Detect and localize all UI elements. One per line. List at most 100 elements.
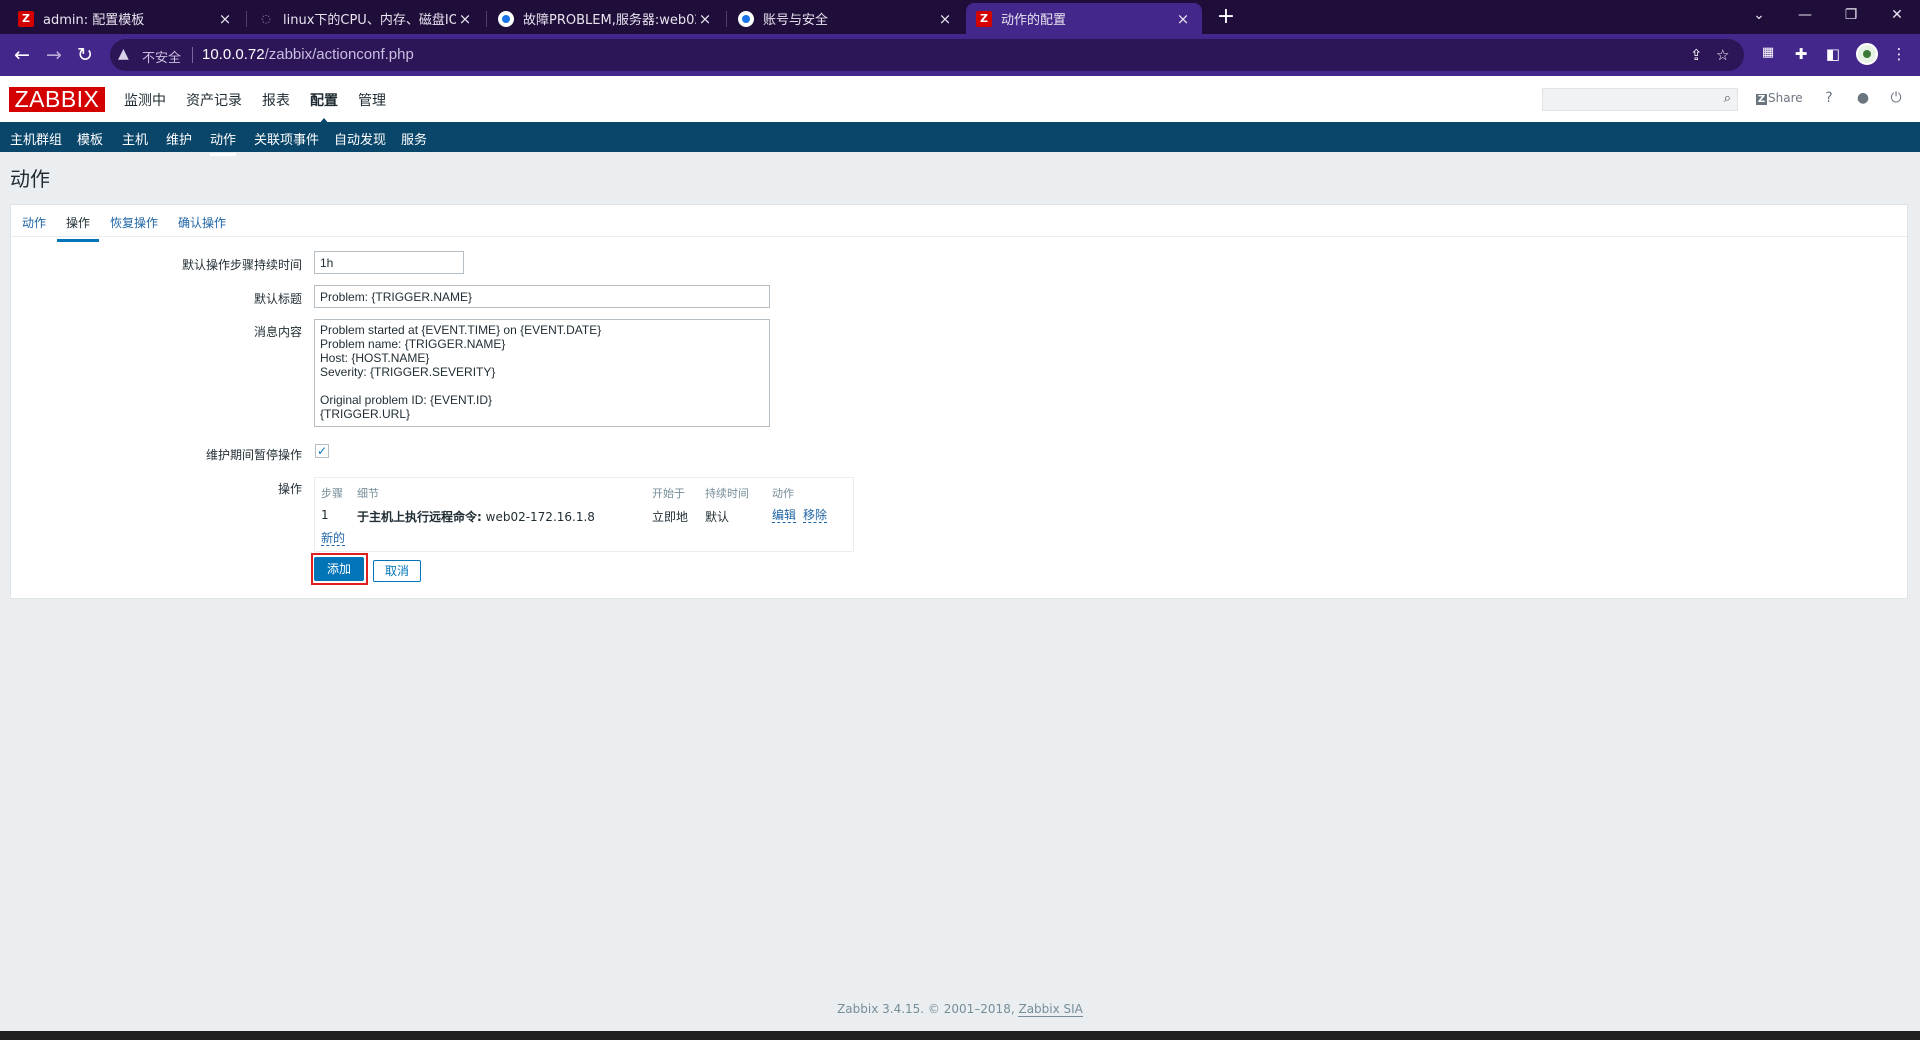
- main-menu-item-reports[interactable]: 报表: [262, 90, 290, 110]
- checkmark-icon: ✓: [316, 444, 328, 458]
- main-menu-item-administration[interactable]: 管理: [358, 90, 386, 110]
- sub-menu-item-actions[interactable]: 动作: [210, 129, 237, 156]
- browser-toolbar: ← → ↻ ▲ 不安全 10.0.0.72/zabbix/actionconf.…: [0, 34, 1920, 76]
- sub-menu-item-maintenance[interactable]: 维护: [166, 129, 192, 148]
- operations-label: 操作: [277, 482, 302, 496]
- extensions-puzzle-icon[interactable]: ✚: [1790, 45, 1812, 63]
- operation-details-target: web02-172.16.1.8: [481, 510, 595, 524]
- back-icon[interactable]: ←: [8, 41, 36, 69]
- search-icon[interactable]: ⌕: [1724, 91, 1731, 106]
- column-header-start-in: 开始于: [652, 487, 685, 500]
- message-textarea[interactable]: Problem started at {EVENT.TIME} on {EVEN…: [314, 319, 770, 427]
- reload-icon[interactable]: ↻: [71, 41, 99, 69]
- new-operation-link[interactable]: 新的: [321, 531, 346, 546]
- tab-title: admin: 配置模板: [43, 13, 145, 28]
- message-label: 消息内容: [253, 325, 302, 339]
- zabbix-favicon-icon: Z: [976, 10, 992, 27]
- url-path: /zabbix/actionconf.php: [264, 46, 414, 63]
- tab-search-icon[interactable]: ⌄: [1736, 0, 1782, 30]
- forward-icon[interactable]: →: [40, 41, 68, 69]
- profile-avatar[interactable]: [1856, 43, 1878, 65]
- default-subject-label: 默认标题: [253, 292, 302, 306]
- operation-duration: 默认: [705, 510, 730, 524]
- close-tab-icon[interactable]: ×: [1174, 10, 1192, 28]
- main-menu-item-monitoring[interactable]: 监测中: [124, 90, 166, 110]
- browser-tab[interactable]: 账号与安全 ×: [728, 3, 964, 34]
- sub-menu-item-event-correlation[interactable]: 关联项事件: [254, 129, 319, 148]
- tab-acknowledgement-operations[interactable]: 确认操作: [178, 214, 226, 231]
- tab-title: 动作的配置: [1001, 13, 1067, 28]
- close-window-icon[interactable]: ✕: [1874, 0, 1920, 30]
- url-text[interactable]: 10.0.0.72/zabbix/actionconf.php: [202, 46, 414, 63]
- share-page-icon[interactable]: ⇪: [1690, 46, 1703, 64]
- search-input[interactable]: ⌕: [1542, 88, 1738, 111]
- share-z-icon: Z: [1756, 94, 1767, 105]
- zabbix-logo[interactable]: ZABBIX: [9, 87, 105, 112]
- operation-details: 于主机上执行远程命令: web02-172.16.1.8: [357, 508, 595, 525]
- address-bar[interactable]: ▲ 不安全 10.0.0.72/zabbix/actionconf.php ⇪ …: [110, 39, 1744, 71]
- sub-menu-item-host-groups[interactable]: 主机群组: [10, 129, 62, 148]
- browser-tab[interactable]: 故障PROBLEM,服务器:web02发 ×: [488, 3, 724, 34]
- new-tab-button[interactable]: +: [1212, 4, 1240, 30]
- pause-operations-label: 维护期间暂停操作: [205, 448, 302, 462]
- bookmark-star-icon[interactable]: ☆: [1716, 46, 1729, 64]
- help-icon[interactable]: ?: [1820, 90, 1838, 106]
- footer-link[interactable]: Zabbix SIA: [1018, 1002, 1083, 1017]
- browser-tab[interactable]: Z admin: 配置模板 ×: [8, 3, 244, 34]
- extension-reader-icon[interactable]: ▦: [1757, 45, 1779, 60]
- cancel-button[interactable]: 取消: [373, 560, 421, 582]
- main-menu-item-inventory[interactable]: 资产记录: [186, 90, 242, 110]
- tab-title: 账号与安全: [763, 13, 829, 28]
- column-header-details: 细节: [357, 487, 379, 500]
- warning-icon[interactable]: ▲: [118, 46, 129, 62]
- url-host: 10.0.0.72: [202, 46, 265, 63]
- minimize-icon[interactable]: —: [1782, 0, 1828, 30]
- side-panel-icon[interactable]: ◧: [1822, 45, 1844, 63]
- tab-recovery-operations[interactable]: 恢复操作: [110, 214, 158, 231]
- page-footer: Zabbix 3.4.15. © 2001–2018, Zabbix SIA: [0, 1002, 1920, 1017]
- main-menu-item-configuration[interactable]: 配置: [310, 90, 338, 125]
- footer-text: Zabbix 3.4.15. © 2001–2018,: [837, 1002, 1019, 1016]
- column-header-duration: 持续时间: [705, 487, 749, 500]
- form-tabs: 动作 操作 恢复操作 确认操作: [11, 205, 1907, 242]
- tab-operations[interactable]: 操作: [56, 214, 100, 242]
- close-tab-icon[interactable]: ×: [216, 10, 234, 28]
- sub-menu-item-services[interactable]: 服务: [401, 129, 427, 148]
- chrome-favicon-icon: [498, 10, 514, 27]
- remove-operation-link[interactable]: 移除: [803, 508, 828, 523]
- sub-menu-item-templates[interactable]: 模板: [77, 129, 103, 148]
- browser-tab[interactable]: ◌ linux下的CPU、内存、磁盘IO、 ×: [248, 3, 484, 34]
- share-label: Share: [1768, 91, 1803, 105]
- column-header-action: 动作: [772, 487, 794, 500]
- operation-start-in: 立即地: [652, 510, 689, 524]
- sub-menu-item-hosts[interactable]: 主机: [122, 129, 148, 148]
- add-button[interactable]: 添加: [314, 557, 364, 581]
- main-menu: 监测中 资产记录 报表 配置 管理: [124, 90, 406, 125]
- default-subject-input[interactable]: [314, 285, 770, 308]
- tab-action[interactable]: 动作: [22, 214, 46, 231]
- close-tab-icon[interactable]: ×: [696, 10, 714, 28]
- browser-menu-icon[interactable]: ⋮: [1888, 45, 1910, 63]
- action-form-panel: 动作 操作 恢复操作 确认操作 默认操作步骤持续时间 默认标题 消息内容 Pro…: [10, 204, 1908, 599]
- step-duration-input[interactable]: [314, 251, 464, 274]
- restore-icon[interactable]: ❐: [1828, 0, 1874, 30]
- browser-tab-active[interactable]: Z 动作的配置 ×: [966, 3, 1202, 34]
- step-duration-label: 默认操作步骤持续时间: [181, 258, 302, 272]
- sub-menu-item-discovery[interactable]: 自动发现: [334, 129, 386, 148]
- sign-out-icon[interactable]: ⏻: [1887, 90, 1905, 106]
- github-favicon-icon: ◌: [261, 12, 271, 25]
- tab-title: 故障PROBLEM,服务器:web02发: [523, 13, 696, 28]
- pause-operations-checkbox[interactable]: ✓: [315, 444, 329, 458]
- page-title: 动作: [10, 167, 50, 191]
- close-tab-icon[interactable]: ×: [456, 10, 474, 28]
- taskbar-strip: [0, 1031, 1920, 1040]
- tab-title: linux下的CPU、内存、磁盘IO、: [283, 13, 456, 28]
- zabbix-favicon-icon: Z: [18, 10, 34, 27]
- user-profile-icon[interactable]: ●: [1854, 90, 1872, 106]
- share-button[interactable]: Z Share: [1756, 91, 1803, 105]
- close-tab-icon[interactable]: ×: [936, 10, 954, 28]
- operation-step: 1: [321, 508, 329, 522]
- security-label[interactable]: 不安全: [142, 47, 181, 66]
- browser-tab-strip: Z admin: 配置模板 × ◌ linux下的CPU、内存、磁盘IO、 × …: [0, 0, 1920, 34]
- edit-operation-link[interactable]: 编辑: [772, 508, 797, 523]
